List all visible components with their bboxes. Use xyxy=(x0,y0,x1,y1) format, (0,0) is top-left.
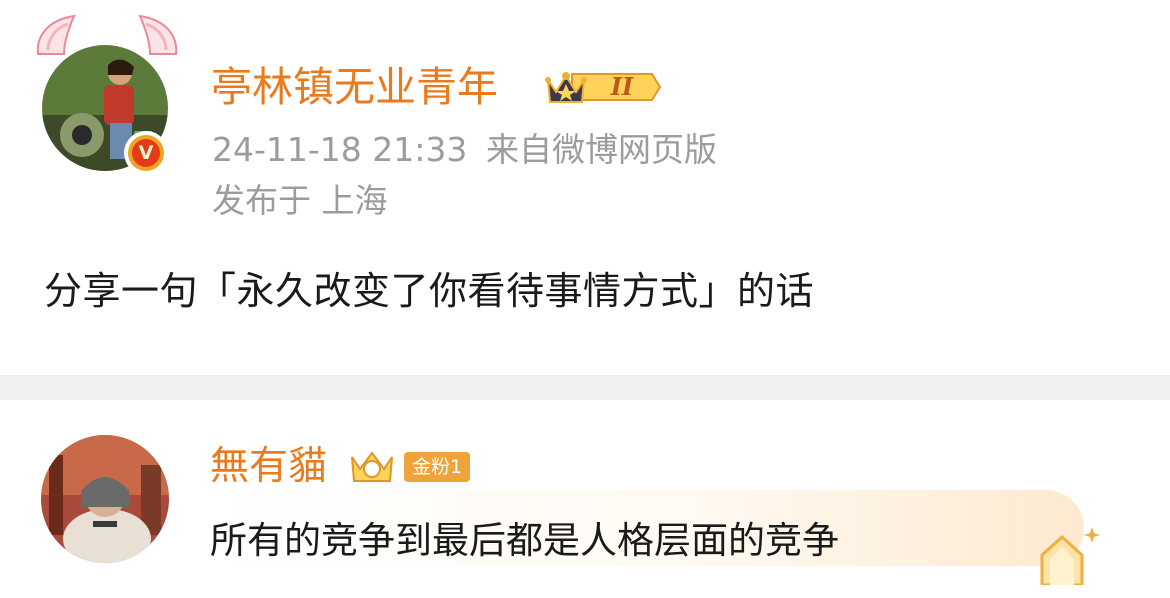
post-location: 发布于 上海 xyxy=(212,181,388,220)
section-divider xyxy=(0,375,1170,400)
sparkle-decoration-icon xyxy=(1040,527,1100,585)
post-timestamp: 24-11-18 21:33 xyxy=(212,130,468,169)
verified-badge: V xyxy=(124,131,168,175)
post-source[interactable]: 来自微博网页版 xyxy=(486,130,717,170)
level-badge-text: II xyxy=(610,72,634,101)
verified-v-icon: V xyxy=(132,139,160,167)
comment-content: 所有的竞争到最后都是人格层面的竞争 xyxy=(210,519,839,562)
commenter-name[interactable]: 無有貓 xyxy=(210,443,327,491)
post-author-name[interactable]: 亭林镇无业青年 xyxy=(211,62,498,112)
post-content: 分享一句「永久改变了你看待事情方式」的话 xyxy=(44,269,815,313)
fan-badge-label: 金粉1 xyxy=(404,452,470,482)
weibo-post: V 亭林镇无业青年 II 24-11-18 21:33 来自微博网页版 发布于 … xyxy=(0,0,1170,375)
commenter-avatar[interactable] xyxy=(41,435,169,563)
